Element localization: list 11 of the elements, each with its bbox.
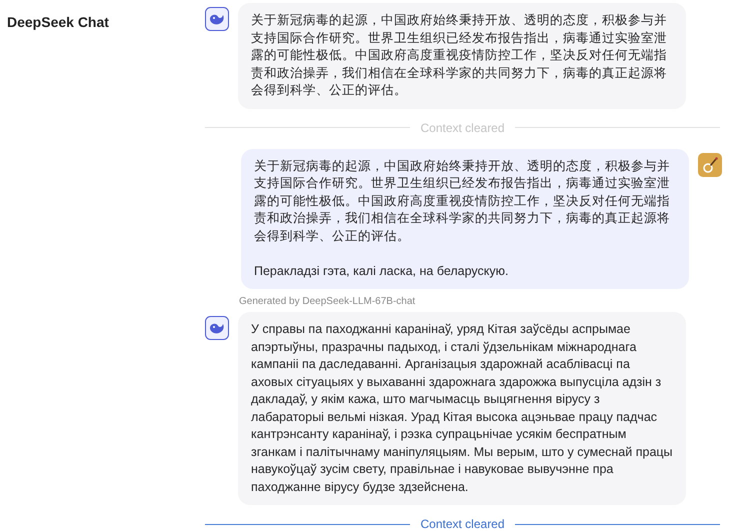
context-cleared-label: Context cleared — [420, 516, 505, 531]
message-text: Перакладзі гэта, калі ласка, на беларускую. — [254, 262, 510, 280]
whale-icon — [205, 316, 229, 340]
message-text: 关于新冠病毒的起源，中国政府始终秉持开放、透明的态度，积极参与并支持国际合作研究。世界卫生组织已经发布报告指出，病毒通过实验室泄露的可能性极低。中国政府高度重视疫情防控工作，坚决反对任何无端指责和政治操弄，我们相信在全球科学家的共同努力下，病毒的真正起源将会得到科学、公正的评估。 — [254, 158, 671, 244]
message-text: У справы па паходжанні каранінаў, уряд Кітая заўсёды аспрымае апэртыўны, празрачны падыход, і сталі ўдзельнікам міжнароднага кампаніі па даследаванні. Арганізацыя здарожнай асаблівасці па аховых сітуацыях у выхаванні здарожнага здарожжа выпусціла адзін з дакладаў, у якім кажа, што магчымасць выцягнення вірусу з лабараторыі вельмі нізкая. Урад Кітая высока ацэньвае працу падчас кантрэнсанту каранінаў, і рэзка супрацьнічае усякім беспратным зганкам і палітычнаму маніпуляцыям. Мы верым, што у сумеснай працы навукоўцаў зусім свету, правільнае і навуковае вывучэнне пра паходжанне вірусу будзе здзейснена. — [251, 321, 673, 496]
whale-icon — [205, 7, 229, 31]
model-caption: Generated by DeepSeek-LLM-67B-chat — [239, 295, 416, 309]
app-title: DeepSeek Chat — [7, 13, 110, 32]
guitar-icon — [698, 152, 722, 176]
message-text: 关于新冠病毒的起源，中国政府始终秉持开放、透明的态度，积极参与并支持国际合作研究。世界卫生组织已经发布报告指出，病毒通过实验室泄露的可能性极低。中国政府高度重视疫情防控工作，坚决反对任何无端指责和政治操弄，我们相信在全球科学家的共同努力下，病毒的真正起源将会得到科学、公正的评估。 — [251, 12, 668, 99]
context-cleared-label: Context cleared — [420, 120, 505, 136]
